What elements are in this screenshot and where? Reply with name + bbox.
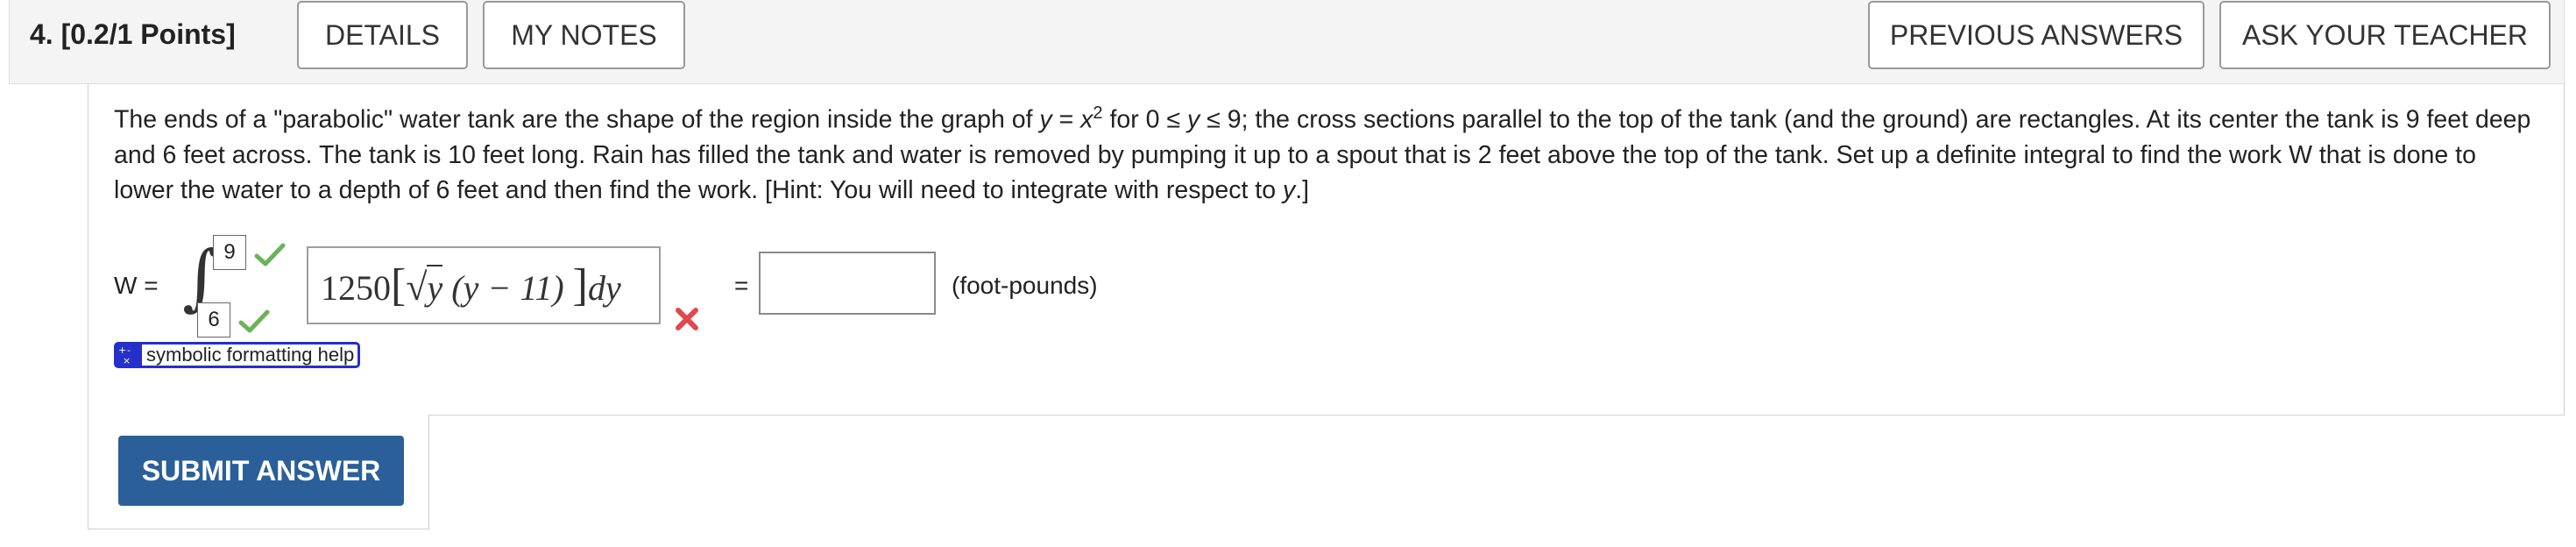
lower-limit-check-icon (238, 309, 270, 333)
svg-text:×: × (123, 355, 131, 366)
symbolic-formatting-help-link[interactable]: + - × symbolic formatting help (114, 342, 361, 368)
lower-limit-input[interactable]: 6 (197, 302, 230, 337)
work-label: W = (114, 272, 159, 299)
points-score: [0.2/1 Points] (60, 18, 236, 50)
formatting-help-icon: + - × (116, 344, 142, 366)
units-label: (foot-pounds) (952, 272, 1098, 299)
integrand-input[interactable]: 1250[√y (y − 11) ]dy (307, 246, 661, 324)
question-text: The ends of a "parabolic" water tank are… (114, 103, 2531, 204)
submit-answer-button[interactable]: SUBMIT ANSWER (118, 436, 404, 506)
equals-sign: = (734, 272, 749, 299)
ask-your-teacher-button[interactable]: ASK YOUR TEACHER (2219, 1, 2551, 69)
my-notes-button[interactable]: MY NOTES (483, 1, 685, 69)
upper-limit-check-icon (254, 243, 286, 266)
upper-limit-input[interactable]: 9 (213, 235, 246, 270)
symbolic-help-label: symbolic formatting help (146, 344, 355, 366)
question-number: 4. (30, 18, 53, 50)
incorrect-x-icon (676, 308, 698, 330)
previous-answers-button[interactable]: PREVIOUS ANSWERS (1868, 1, 2204, 69)
question-points: 4. [0.2/1 Points] (30, 18, 236, 51)
sqrt-icon: √ (406, 266, 428, 309)
work-answer-input[interactable] (759, 252, 936, 315)
details-button[interactable]: DETAILS (297, 1, 468, 69)
integrand-coefficient: 1250 (321, 268, 391, 308)
